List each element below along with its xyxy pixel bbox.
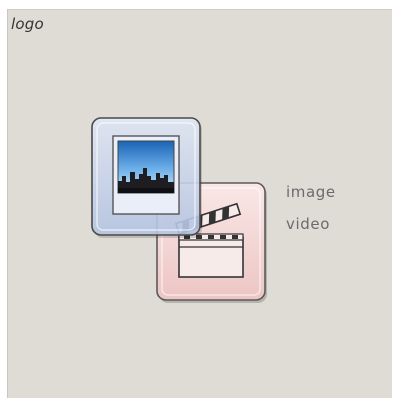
widget-frame: logo image video (0, 0, 393, 399)
image-label: image (286, 183, 336, 201)
logo-label: logo (11, 15, 44, 33)
image-card (91, 117, 202, 238)
video-label: video (286, 215, 330, 233)
image-video-icon[interactable] (90, 116, 270, 306)
photo-icon (112, 135, 180, 215)
